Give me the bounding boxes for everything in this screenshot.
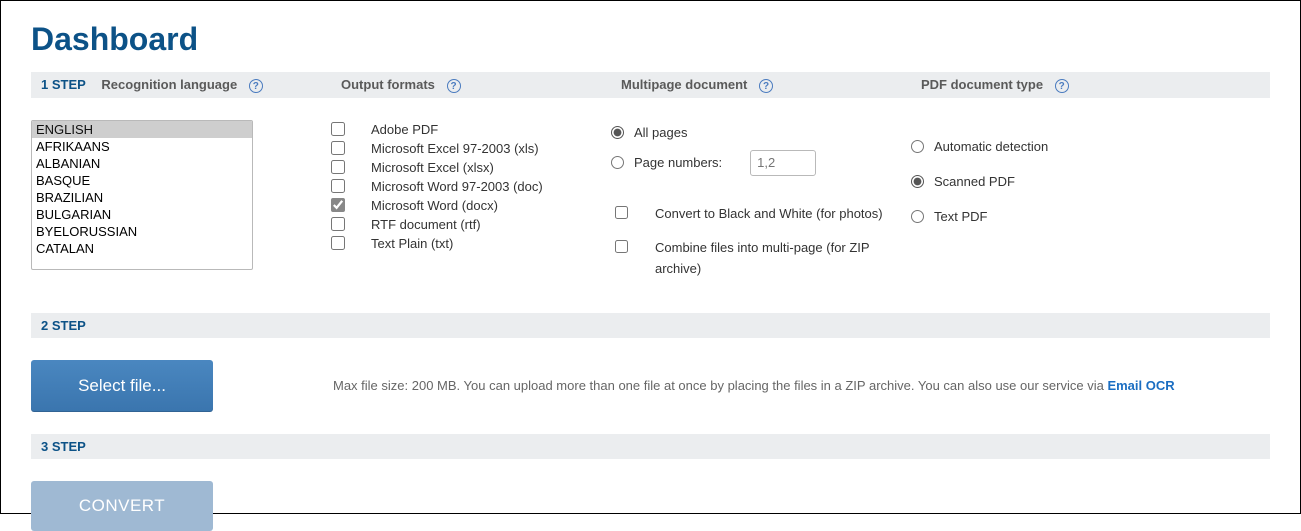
combine-label: Combine files into multi-page (for ZIP a… (655, 238, 911, 280)
language-option[interactable]: BRAZILIAN (32, 189, 252, 206)
step1-header: 1 STEP Recognition language ? Output for… (31, 72, 1270, 98)
select-file-button[interactable]: Select file... (31, 360, 213, 412)
format-row: Microsoft Excel 97-2003 (xls) (331, 139, 611, 158)
page-numbers-radio[interactable] (611, 156, 624, 169)
format-label: Microsoft Word 97-2003 (doc) (371, 179, 543, 194)
help-icon[interactable]: ? (249, 79, 263, 93)
format-label: Text Plain (txt) (371, 236, 453, 251)
format-checkbox[interactable] (331, 217, 345, 231)
pdftype-scanned-label: Scanned PDF (934, 174, 1015, 189)
pdftype-auto-radio[interactable] (911, 140, 924, 153)
header-language: Recognition language (101, 77, 237, 92)
help-icon[interactable]: ? (447, 79, 461, 93)
step2-header: 2 STEP (31, 313, 1270, 338)
language-select[interactable]: ENGLISHAFRIKAANSALBANIANBASQUEBRAZILIANB… (31, 120, 253, 270)
language-option[interactable]: BYELORUSSIAN (32, 223, 252, 240)
format-row: Text Plain (txt) (331, 234, 611, 253)
help-icon[interactable]: ? (759, 79, 773, 93)
language-option[interactable]: AFRIKAANS (32, 138, 252, 155)
pdftype-group: Automatic detection Scanned PDF Text PDF (911, 120, 1191, 229)
format-row: Microsoft Word 97-2003 (doc) (331, 177, 611, 196)
language-option[interactable]: CATALAN (32, 240, 252, 257)
upload-help-text: Max file size: 200 MB. You can upload mo… (333, 375, 1175, 396)
language-option[interactable]: BASQUE (32, 172, 252, 189)
step3-header: 3 STEP (31, 434, 1270, 459)
output-formats-list: Adobe PDF Microsoft Excel 97-2003 (xls) Mi… (331, 120, 611, 253)
format-row: Adobe PDF (331, 120, 611, 139)
format-row: RTF document (rtf) (331, 215, 611, 234)
all-pages-label: All pages (634, 125, 687, 140)
format-label: Microsoft Excel 97-2003 (xls) (371, 141, 539, 156)
bw-checkbox[interactable] (615, 206, 628, 219)
header-pdftype: PDF document type (921, 77, 1043, 92)
header-multipage: Multipage document (621, 77, 747, 92)
pdftype-text-label: Text PDF (934, 209, 987, 224)
header-formats: Output formats (341, 77, 435, 92)
format-checkbox[interactable] (331, 179, 345, 193)
format-checkbox[interactable] (331, 141, 345, 155)
format-label: Microsoft Word (docx) (371, 198, 498, 213)
language-option[interactable]: BULGARIAN (32, 206, 252, 223)
email-ocr-link[interactable]: Email OCR (1107, 378, 1174, 393)
step1-num: 1 STEP (41, 77, 86, 92)
pdftype-text-radio[interactable] (911, 210, 924, 223)
combine-checkbox[interactable] (615, 240, 628, 253)
step3-num: 3 STEP (41, 439, 86, 454)
help-icon[interactable]: ? (1055, 79, 1069, 93)
pdftype-auto-label: Automatic detection (934, 139, 1048, 154)
page-numbers-input[interactable] (750, 150, 816, 176)
format-checkbox[interactable] (331, 160, 345, 174)
pdftype-scanned-radio[interactable] (911, 175, 924, 188)
format-row: Microsoft Word (docx) (331, 196, 611, 215)
language-option[interactable]: ENGLISH (32, 121, 252, 138)
multipage-group: All pages Page numbers: Convert to Black… (611, 120, 911, 287)
all-pages-radio[interactable] (611, 126, 624, 139)
language-option[interactable]: ALBANIAN (32, 155, 252, 172)
format-label: Adobe PDF (371, 122, 438, 137)
bw-label: Convert to Black and White (for photos) (655, 204, 911, 225)
format-row: Microsoft Excel (xlsx) (331, 158, 611, 177)
format-checkbox[interactable] (331, 198, 345, 212)
step2-num: 2 STEP (41, 318, 86, 333)
format-checkbox[interactable] (331, 236, 345, 250)
format-label: RTF document (rtf) (371, 217, 481, 232)
page-title: Dashboard (31, 21, 1270, 58)
page-numbers-label: Page numbers: (634, 155, 722, 170)
convert-button[interactable]: CONVERT (31, 481, 213, 531)
format-checkbox[interactable] (331, 122, 345, 136)
format-label: Microsoft Excel (xlsx) (371, 160, 494, 175)
